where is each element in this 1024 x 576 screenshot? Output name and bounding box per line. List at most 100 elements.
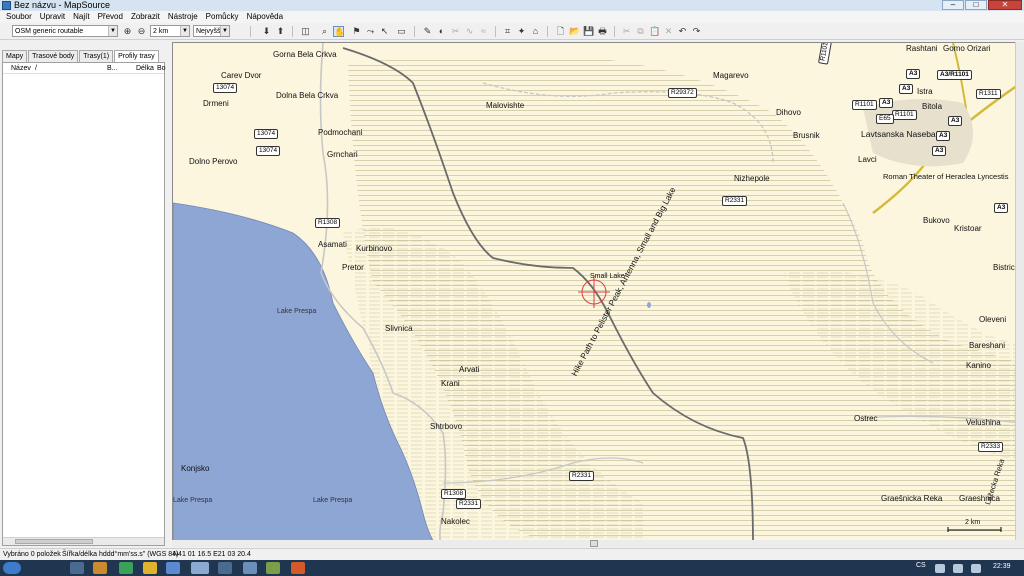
column-sort[interactable]: /	[35, 63, 37, 74]
place-label[interactable]: Slivnica	[385, 324, 413, 333]
join-tracks-icon[interactable]: ∿	[464, 26, 475, 37]
taskbar-app-icon[interactable]	[266, 562, 280, 574]
place-label[interactable]: Ostrec	[854, 414, 878, 423]
taskbar-language[interactable]: CS	[916, 562, 926, 569]
taskbar-warning-icon[interactable]	[143, 562, 157, 574]
track-list[interactable]: Název / B... Délka Bo	[2, 62, 166, 546]
place-label[interactable]: Gomo Orizari	[943, 44, 991, 53]
cut-icon[interactable]: ✂	[621, 26, 632, 37]
track-tool-icon[interactable]: ✎	[422, 26, 433, 37]
zoom-level-select[interactable]: 2 km ▼	[150, 25, 190, 37]
place-label[interactable]: Podmochani	[318, 128, 362, 137]
eraser-tool-icon[interactable]: ◐	[436, 26, 447, 37]
waypoint-tool-icon[interactable]: ⚑	[351, 26, 362, 37]
zoom-in-icon[interactable]: ⊕	[122, 26, 133, 37]
menu-edit[interactable]: Upravit	[37, 11, 70, 23]
place-label[interactable]: Magarevo	[713, 71, 749, 80]
find-icon[interactable]: ⌗	[502, 26, 513, 37]
place-label[interactable]: Graešnicka Reka	[881, 494, 942, 503]
tray-network-icon[interactable]	[953, 564, 963, 573]
place-label[interactable]: Bareshani	[969, 341, 1005, 350]
place-label[interactable]: Asamati	[318, 240, 347, 249]
column-b[interactable]: B...	[107, 63, 118, 74]
taskbar-folder-icon[interactable]	[93, 562, 107, 574]
place-label[interactable]: Nizhepole	[734, 174, 770, 183]
menu-find[interactable]: Najít	[70, 11, 94, 23]
place-label[interactable]: Bitola	[922, 102, 942, 111]
taskbar-firefox-icon[interactable]	[291, 562, 305, 574]
selection-tool-icon[interactable]: ↖	[379, 26, 390, 37]
open-file-icon[interactable]: 📂	[569, 26, 580, 37]
menu-tools[interactable]: Nástroje	[165, 11, 203, 23]
column-bo[interactable]: Bo	[157, 63, 166, 74]
detail-select[interactable]: Nejvyšší ▼	[193, 25, 230, 37]
place-label[interactable]: Malovishte	[486, 101, 524, 110]
start-button-icon[interactable]	[3, 562, 21, 574]
scrollbar-thumb[interactable]	[15, 539, 93, 544]
place-label[interactable]: Lavci	[858, 155, 877, 164]
place-label[interactable]: Kristoar	[954, 224, 982, 233]
place-label[interactable]: Oleveni	[979, 315, 1006, 324]
taskbar-explorer-icon[interactable]	[70, 562, 84, 574]
column-name[interactable]: Název	[11, 63, 31, 74]
taskbar-app-icon[interactable]	[243, 562, 257, 574]
distance-tool-icon[interactable]: ▭	[396, 26, 407, 37]
divide-track-icon[interactable]: ✂	[450, 26, 461, 37]
place-label[interactable]: Pretor	[342, 263, 364, 272]
minimize-button[interactable]: –	[942, 0, 964, 10]
taskbar-app-icon[interactable]	[218, 562, 232, 574]
place-label[interactable]: Nakolec	[441, 517, 470, 526]
place-label[interactable]: Drmeni	[203, 99, 229, 108]
undo-icon[interactable]: ↶	[677, 26, 688, 37]
place-label[interactable]: Grnchari	[327, 150, 358, 159]
list-horizontal-scrollbar[interactable]	[3, 537, 164, 545]
place-label[interactable]: Arvati	[459, 365, 479, 374]
delete-icon[interactable]: ✕	[663, 26, 674, 37]
close-button[interactable]: ✕	[988, 0, 1022, 10]
paste-icon[interactable]: 📋	[649, 26, 660, 37]
place-label[interactable]: Rashtani	[906, 44, 938, 53]
place-label[interactable]: Brusnik	[793, 131, 820, 140]
place-label[interactable]: Kanino	[966, 361, 991, 370]
save-file-icon[interactable]: 💾	[583, 26, 594, 37]
tab-maps[interactable]: Mapy	[2, 50, 28, 62]
find-address-icon[interactable]: ⌂	[530, 26, 541, 37]
smooth-track-icon[interactable]: ≈	[478, 26, 489, 37]
maximize-button[interactable]: □	[965, 0, 987, 10]
zoom-tool-icon[interactable]: ⌕	[319, 26, 330, 37]
place-label[interactable]: Roman Theater of Heraclea Lyncestis	[883, 172, 1008, 181]
place-label[interactable]: Carev Dvor	[221, 71, 261, 80]
menu-file[interactable]: Soubor	[3, 11, 37, 23]
new-file-icon[interactable]: 🗋	[555, 26, 566, 37]
column-length[interactable]: Délka	[136, 63, 154, 74]
menu-help[interactable]: Nápověda	[244, 11, 288, 23]
map-horizontal-scrollbar[interactable]	[172, 540, 1024, 547]
place-label[interactable]: Istra	[917, 87, 933, 96]
place-label[interactable]: Dihovo	[776, 108, 801, 117]
place-label[interactable]: Krani	[441, 379, 460, 388]
taskbar-app-icon[interactable]	[119, 562, 133, 574]
tab-waypoints[interactable]: Trasové body	[28, 50, 79, 62]
find-places-icon[interactable]: ✦	[516, 26, 527, 37]
place-label[interactable]: Dolna Bela Crkva	[276, 91, 338, 100]
map-vertical-scrollbar[interactable]	[1015, 42, 1024, 543]
tab-track-profiles[interactable]: Profily trasy	[114, 50, 159, 62]
receive-from-device-icon[interactable]: ⬇	[261, 26, 272, 37]
zoom-out-icon[interactable]: ⊖	[136, 26, 147, 37]
place-label[interactable]: Dolno Perovo	[189, 157, 237, 166]
tab-routes[interactable]: Trasy(1)	[79, 50, 114, 62]
menu-view[interactable]: Zobrazit	[128, 11, 165, 23]
taskbar-app-icon[interactable]	[166, 562, 180, 574]
send-to-device-icon[interactable]: ⬆	[275, 26, 286, 37]
splitter-handle[interactable]	[590, 540, 598, 547]
menu-utilities[interactable]: Pomůcky	[203, 11, 244, 23]
tray-flag-icon[interactable]	[935, 564, 945, 573]
copy-icon[interactable]: ⧉	[635, 26, 646, 37]
menu-transfer[interactable]: Převod	[95, 11, 128, 23]
place-label[interactable]: Kurbinovo	[356, 244, 392, 253]
redo-icon[interactable]: ↷	[691, 26, 702, 37]
taskbar-clock[interactable]: 22:39	[993, 563, 1011, 570]
place-label[interactable]: Shtrbovo	[430, 422, 462, 431]
place-label[interactable]: Gorna Bela Crkva	[273, 50, 337, 59]
map-tool-icon[interactable]: ◫	[300, 26, 311, 37]
